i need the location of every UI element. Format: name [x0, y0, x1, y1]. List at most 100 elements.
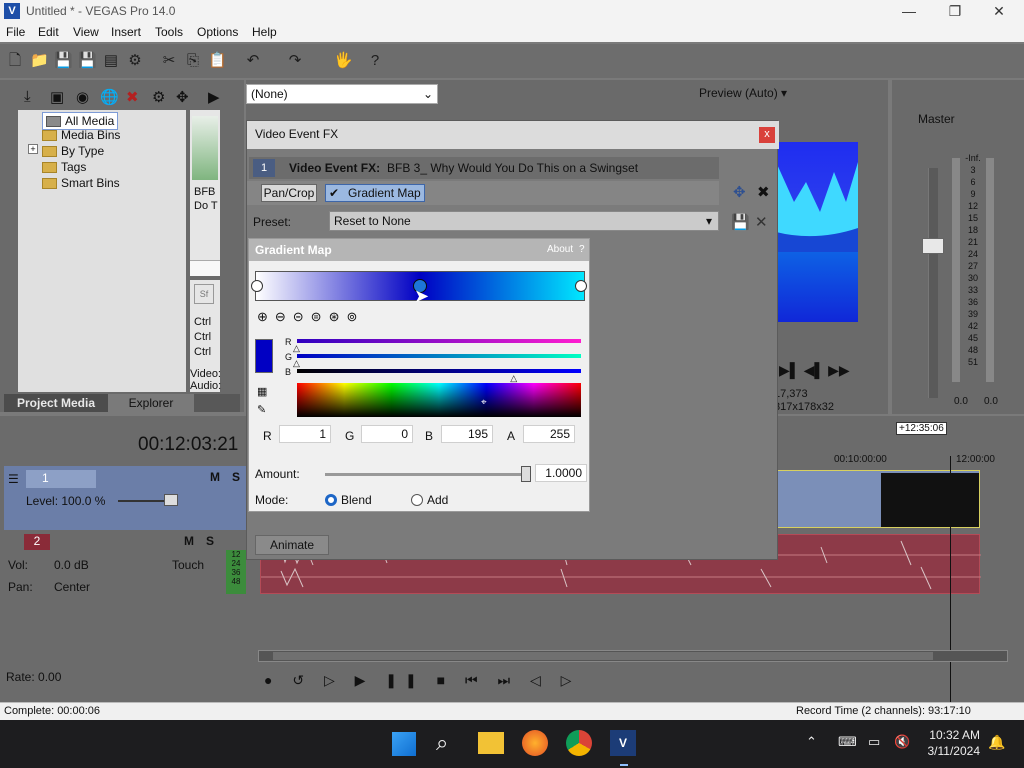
taskbar-time[interactable]: 10:32 AM — [926, 728, 980, 742]
eyedropper-icon[interactable]: ✎ — [257, 403, 266, 416]
mode-add-radio[interactable] — [411, 494, 423, 506]
play-preview-icon[interactable]: ▶ — [208, 88, 220, 106]
fx-preset-select[interactable]: (None) ⌄ — [246, 84, 438, 104]
render-icon[interactable]: ▤ — [102, 52, 120, 70]
color-spectrum-picker[interactable] — [297, 383, 581, 417]
preview-quality-select[interactable]: Preview (Auto) ▾ — [699, 86, 787, 100]
help-link[interactable]: ? — [579, 244, 585, 255]
volume-muted-icon[interactable]: 🔇 — [894, 734, 910, 750]
media-properties-icon[interactable]: ⚙ — [152, 88, 165, 106]
solo-button[interactable]: S — [232, 470, 240, 484]
solo-button[interactable]: S — [206, 534, 214, 548]
master-fader-handle[interactable] — [922, 238, 944, 254]
r-slider[interactable] — [297, 339, 581, 343]
about-link[interactable]: About — [547, 244, 573, 255]
amount-slider-handle[interactable] — [521, 466, 531, 482]
video-track-header[interactable]: ☰ 1 Level: 100.0 % M S — [4, 466, 248, 530]
redo-icon[interactable]: ↷ — [286, 52, 304, 70]
amount-value-field[interactable]: 1.0000 — [535, 464, 587, 482]
notification-bell-icon[interactable]: 🔔 — [988, 734, 1005, 751]
playhead-line[interactable] — [950, 456, 951, 702]
chain-item-gradient-map[interactable]: Gradient Map — [325, 184, 425, 202]
menu-file[interactable]: File — [6, 25, 25, 39]
menu-insert[interactable]: Insert — [111, 25, 141, 39]
minimize-button[interactable]: — — [886, 0, 932, 22]
transport-controls[interactable]: ● ↺ ▷ ▶ ❚❚ ■ ⏮ ⏭ ◁ ▷ — [264, 672, 579, 689]
track-menu-icon[interactable]: ☰ — [8, 472, 19, 486]
spectrum-crosshair[interactable]: ⌖ — [481, 397, 487, 408]
tree-item-media-bins[interactable]: Media Bins — [42, 128, 120, 142]
gradient-stop-tools[interactable]: ⊕⊖⊝⊜⊛⊚ — [257, 309, 364, 325]
save-as-icon[interactable]: 💾 — [78, 52, 97, 70]
mute-button[interactable]: M — [184, 534, 194, 548]
tree-item-by-type[interactable]: By Type — [42, 144, 104, 158]
g-slider-marker[interactable]: △ — [293, 358, 300, 369]
menu-edit[interactable]: Edit — [38, 25, 59, 39]
b-slider[interactable] — [297, 369, 581, 373]
remove-media-icon[interactable]: ✖ — [126, 88, 139, 106]
color-palette-icon[interactable]: ▦ — [257, 385, 267, 398]
menu-help[interactable]: Help — [252, 25, 277, 39]
selected-color-swatch[interactable] — [255, 339, 273, 373]
gradient-stop-start[interactable] — [251, 280, 263, 292]
r-value-field[interactable]: 1 — [279, 425, 331, 443]
r-slider-marker[interactable]: △ — [293, 343, 300, 354]
scrollbar-thumb[interactable] — [273, 652, 933, 660]
menu-view[interactable]: View — [73, 25, 99, 39]
enable-snapping-icon[interactable]: 🖐 — [334, 52, 353, 70]
file-explorer-icon[interactable] — [478, 732, 504, 754]
g-slider[interactable] — [297, 354, 581, 358]
get-media-web-icon[interactable]: ◉ — [76, 88, 89, 106]
a-value-field[interactable]: 255 — [523, 425, 575, 443]
touch-mode[interactable]: Touch — [172, 558, 204, 572]
taskbar-date[interactable]: 3/11/2024 — [926, 744, 981, 758]
preset-select[interactable]: Reset to None ▾ — [329, 211, 719, 231]
windows-start-icon[interactable] — [392, 732, 416, 756]
import-media-icon[interactable]: ⤓ — [24, 88, 31, 105]
open-project-icon[interactable]: 📁 — [30, 52, 49, 70]
vegas-taskbar-icon[interactable]: V — [610, 730, 636, 756]
tree-item-tags[interactable]: Tags — [42, 160, 86, 174]
expand-by-type-button[interactable]: + — [28, 144, 38, 154]
save-icon[interactable]: 💾 — [54, 52, 73, 70]
audio-track-header[interactable]: 2 M S Vol: 0.0 dB Touch Pan: Center — [4, 534, 226, 598]
chain-item-pan-crop[interactable]: Pan/Crop — [261, 184, 317, 202]
tab-explorer[interactable]: Explorer — [108, 394, 194, 412]
tab-project-media[interactable]: Project Media — [4, 394, 108, 412]
mode-blend-radio[interactable] — [325, 494, 337, 506]
preview-transport[interactable]: ▶▌ ◀▌ ▶▶ — [779, 362, 850, 379]
horizontal-scrollbar[interactable] — [258, 650, 1008, 662]
tree-item-smart-bins[interactable]: Smart Bins — [42, 176, 120, 190]
copy-icon[interactable]: ⎘ — [184, 52, 202, 70]
whats-this-help-icon[interactable]: ? — [366, 52, 384, 70]
media-fx-icon[interactable]: ✥ — [176, 88, 189, 106]
delete-preset-icon[interactable]: ✕ — [755, 213, 768, 231]
network-icon[interactable]: ⌨ — [838, 734, 857, 750]
globe-icon[interactable]: 🌐 — [100, 88, 119, 106]
new-project-icon[interactable]: 🗋 — [6, 52, 24, 70]
fx-plugin-chain-icon[interactable]: ✥ — [733, 183, 746, 201]
mute-button[interactable]: M — [210, 470, 220, 484]
firefox-icon[interactable] — [522, 730, 548, 756]
save-preset-icon[interactable]: 💾 — [731, 213, 750, 231]
media-thumbnail[interactable] — [192, 116, 218, 180]
properties-gear-icon[interactable]: ⚙ — [126, 52, 144, 70]
animate-button[interactable]: Animate — [255, 535, 329, 555]
menu-tools[interactable]: Tools — [155, 25, 183, 39]
restore-button[interactable]: ❐ — [932, 0, 978, 22]
display-icon[interactable]: ▭ — [868, 734, 880, 750]
remove-plugin-icon[interactable]: ✖ — [757, 183, 770, 201]
level-slider-handle[interactable] — [164, 494, 178, 506]
g-value-field[interactable]: 0 — [361, 425, 413, 443]
gradient-stop-end[interactable] — [575, 280, 587, 292]
cut-icon[interactable]: ✂ — [160, 52, 178, 70]
show-hidden-icons-chevron-icon[interactable]: ⌃ — [806, 734, 817, 750]
paste-icon[interactable]: 📋 — [208, 52, 227, 70]
undo-icon[interactable]: ↶ — [244, 52, 262, 70]
close-button[interactable]: ✕ — [976, 0, 1022, 22]
chrome-icon[interactable] — [566, 730, 592, 756]
dialog-close-button[interactable]: x — [759, 127, 775, 143]
menu-options[interactable]: Options — [197, 25, 238, 39]
search-icon[interactable]: ⌕ — [436, 730, 448, 756]
b-value-field[interactable]: 195 — [441, 425, 493, 443]
